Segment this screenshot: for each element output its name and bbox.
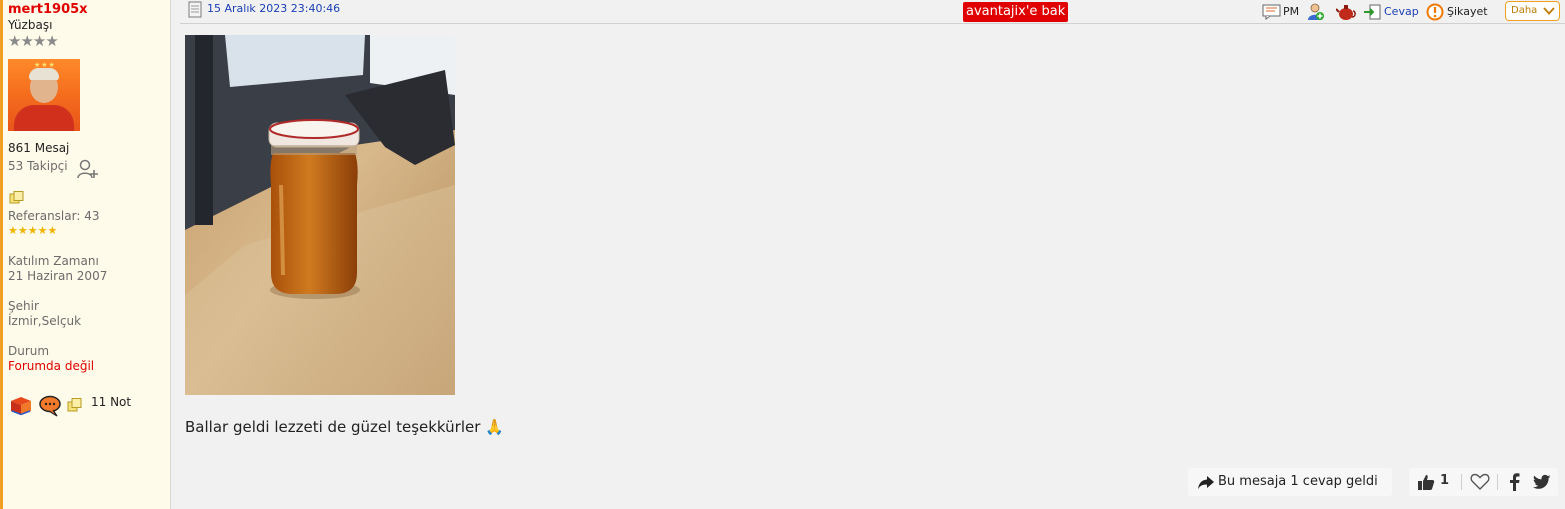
join-date: 21 Haziran 2007 bbox=[8, 269, 108, 283]
more-label: Daha bbox=[1511, 5, 1538, 16]
user-sidebar: mert1905x Yüzbaşı ★★★★ ★★★ 861 Mesaj 53 … bbox=[0, 0, 171, 509]
user-rank: Yüzbaşı bbox=[8, 18, 53, 32]
reference-stars-icon: ★★★★★ bbox=[8, 224, 58, 237]
notes-link[interactable]: 11 Not bbox=[91, 395, 131, 409]
status-label: Durum bbox=[8, 344, 50, 358]
thumbs-up-icon[interactable] bbox=[1417, 473, 1435, 495]
pm-button[interactable]: PM bbox=[1283, 2, 1299, 22]
kettle-icon[interactable] bbox=[1335, 3, 1356, 25]
join-label: Katılım Zamanı bbox=[8, 254, 99, 268]
report-button[interactable]: Şikayet bbox=[1447, 2, 1488, 22]
heart-icon[interactable] bbox=[1470, 473, 1490, 495]
post-image[interactable] bbox=[185, 35, 455, 395]
twitter-icon[interactable] bbox=[1533, 474, 1551, 494]
copy-icon[interactable] bbox=[67, 397, 82, 416]
city-label: Şehir bbox=[8, 299, 39, 313]
divider bbox=[1461, 474, 1462, 490]
post-date[interactable]: 15 Aralık 2023 23:40:46 bbox=[207, 2, 340, 15]
post-message: Ballar geldi lezzeti de güzel teşekkürle… bbox=[185, 418, 504, 436]
chevron-down-icon bbox=[1542, 5, 1556, 24]
pray-emoji: 🙏 bbox=[485, 418, 504, 436]
references-count[interactable]: Referanslar: 43 bbox=[8, 209, 99, 223]
avatar[interactable]: ★★★ bbox=[8, 59, 80, 131]
username-link[interactable]: mert1905x bbox=[8, 2, 88, 17]
message-count[interactable]: 861 Mesaj bbox=[8, 141, 69, 155]
status-value: Forumda değil bbox=[8, 359, 95, 373]
reaction-bar: 1 bbox=[1409, 468, 1558, 496]
post-header: 15 Aralık 2023 23:40:46 bbox=[180, 0, 1565, 24]
reply-button[interactable]: Cevap bbox=[1384, 2, 1419, 22]
chat-bubble-icon[interactable] bbox=[38, 395, 62, 421]
avantajix-button[interactable]: avantajix'e bak bbox=[963, 2, 1069, 22]
reply-count-button[interactable]: Bu mesaja 1 cevap geldi bbox=[1188, 468, 1392, 496]
document-icon bbox=[188, 1, 202, 22]
rank-stars-icon: ★★★★ bbox=[8, 32, 59, 50]
book-icon[interactable] bbox=[9, 395, 33, 421]
divider bbox=[1497, 474, 1498, 490]
message-text: Ballar geldi lezzeti de güzel teşekkürle… bbox=[185, 418, 481, 436]
warning-icon[interactable] bbox=[1426, 3, 1444, 25]
like-count[interactable]: 1 bbox=[1440, 473, 1449, 488]
facebook-icon[interactable] bbox=[1508, 473, 1520, 495]
forum-post: mert1905x Yüzbaşı ★★★★ ★★★ 861 Mesaj 53 … bbox=[0, 0, 1565, 509]
reply-count-label: Bu mesaja 1 cevap geldi bbox=[1218, 474, 1378, 489]
pm-icon[interactable] bbox=[1262, 4, 1282, 24]
follow-user-icon[interactable] bbox=[77, 158, 99, 184]
reply-icon[interactable] bbox=[1363, 4, 1381, 24]
add-friend-icon[interactable] bbox=[1307, 3, 1325, 25]
more-dropdown[interactable]: Daha bbox=[1505, 1, 1560, 21]
copy-icon[interactable] bbox=[9, 189, 24, 204]
share-arrow-icon bbox=[1197, 474, 1215, 502]
follower-count[interactable]: 53 Takipçi bbox=[8, 159, 68, 173]
city-value: İzmir,Selçuk bbox=[8, 314, 82, 328]
